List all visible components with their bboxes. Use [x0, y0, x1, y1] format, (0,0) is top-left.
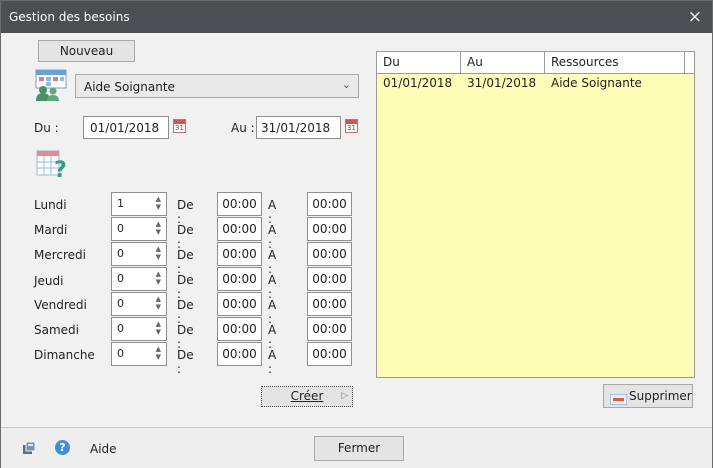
- from-time-field[interactable]: 00:00: [217, 192, 262, 216]
- calendar-icon[interactable]: 31: [173, 119, 186, 133]
- to-time-label: A :: [268, 198, 277, 226]
- from-time-field[interactable]: 00:00: [217, 317, 262, 341]
- chevron-down-icon: ⌄: [341, 78, 351, 91]
- table-header: Du Au Ressources: [377, 52, 694, 74]
- count-stepper[interactable]: 0 ▲ ▼: [111, 267, 167, 291]
- from-time-label: De :: [177, 298, 194, 326]
- day-label: Mardi: [34, 223, 68, 237]
- new-button[interactable]: Nouveau: [38, 40, 135, 62]
- create-button[interactable]: Créer ▷: [261, 386, 353, 407]
- day-label: Samedi: [34, 323, 79, 337]
- to-time-field[interactable]: 00:00: [307, 217, 352, 241]
- to-time-label: A :: [268, 273, 277, 301]
- count-value: 1: [117, 197, 124, 210]
- to-time-field[interactable]: 00:00: [307, 342, 352, 366]
- column-header[interactable]: Ressources: [545, 52, 685, 73]
- title-bar: Gestion des besoins ×: [1, 1, 712, 33]
- count-stepper[interactable]: 0 ▲ ▼: [111, 317, 167, 341]
- calendar-icon[interactable]: 31: [345, 119, 358, 133]
- to-date-value: 31/01/2018: [261, 121, 331, 135]
- from-date-field[interactable]: 01/01/2018: [83, 116, 169, 139]
- to-time-field[interactable]: 00:00: [307, 242, 352, 266]
- stepper-arrows-icon[interactable]: ▲ ▼: [156, 320, 161, 336]
- count-stepper[interactable]: 0 ▲ ▼: [111, 342, 167, 366]
- stepper-arrows-icon[interactable]: ▲ ▼: [156, 295, 161, 311]
- table-cell: Aide Soignante: [551, 76, 642, 90]
- from-time-field[interactable]: 00:00: [217, 342, 262, 366]
- stepper-arrows-icon[interactable]: ▲ ▼: [156, 270, 161, 286]
- stepper-arrows-icon[interactable]: ▲ ▼: [156, 245, 161, 261]
- to-time-label: A :: [268, 248, 277, 276]
- arrow-right-icon: ▷: [341, 391, 348, 401]
- from-time-label: De :: [177, 248, 194, 276]
- day-label: Lundi: [34, 198, 67, 212]
- count-stepper[interactable]: 1 ▲ ▼: [111, 192, 167, 216]
- column-header[interactable]: Du: [377, 52, 461, 73]
- from-time-field[interactable]: 00:00: [217, 217, 262, 241]
- from-time-label: De :: [177, 273, 194, 301]
- count-stepper[interactable]: 0 ▲ ▼: [111, 217, 167, 241]
- stepper-arrows-icon[interactable]: ▲ ▼: [156, 345, 161, 361]
- from-time-field[interactable]: 00:00: [217, 292, 262, 316]
- calendar-question-icon: ?: [35, 148, 71, 183]
- from-time-label: De :: [177, 348, 194, 376]
- to-time-field[interactable]: 00:00: [307, 292, 352, 316]
- count-stepper[interactable]: 0 ▲ ▼: [111, 242, 167, 266]
- footer-bar: ? Aide Fermer: [1, 427, 712, 468]
- count-value: 0: [117, 247, 124, 260]
- day-label: Dimanche: [34, 348, 95, 362]
- svg-text:?: ?: [54, 158, 67, 180]
- stepper-arrows-icon[interactable]: ▲ ▼: [156, 195, 161, 211]
- day-label: Jeudi: [34, 274, 64, 288]
- to-time-field[interactable]: 00:00: [307, 192, 352, 216]
- to-time-field[interactable]: 00:00: [307, 317, 352, 341]
- count-value: 0: [117, 322, 124, 335]
- delete-button-label: Supprimer: [629, 389, 692, 403]
- count-stepper[interactable]: 0 ▲ ▼: [111, 292, 167, 316]
- count-value: 0: [117, 222, 124, 235]
- count-value: 0: [117, 272, 124, 285]
- resource-select-value: Aide Soignante: [84, 80, 175, 94]
- from-date-value: 01/01/2018: [90, 121, 160, 135]
- table-cell: 31/01/2018: [467, 76, 537, 90]
- delete-icon: [609, 390, 628, 406]
- from-time-field[interactable]: 00:00: [217, 242, 262, 266]
- close-button[interactable]: Fermer: [314, 436, 404, 461]
- from-time-label: De :: [177, 223, 194, 251]
- create-button-label: Créer: [290, 389, 324, 403]
- dialog-window: Gestion des besoins × Nouveau Aide Soign…: [0, 0, 713, 468]
- count-value: 0: [117, 297, 124, 310]
- from-time-label: De :: [177, 323, 194, 351]
- column-header[interactable]: Au: [461, 52, 545, 73]
- count-value: 0: [117, 347, 124, 360]
- from-date-label: Du :: [34, 121, 59, 135]
- help-label[interactable]: Aide: [90, 442, 117, 456]
- table-cell: 01/01/2018: [383, 76, 453, 90]
- window-title: Gestion des besoins: [9, 10, 130, 24]
- windows-icon[interactable]: [23, 441, 37, 455]
- to-date-label: Au :: [231, 121, 255, 135]
- new-button-label: Nouveau: [59, 44, 114, 58]
- delete-button[interactable]: Supprimer: [603, 384, 693, 408]
- stepper-arrows-icon[interactable]: ▲ ▼: [156, 220, 161, 236]
- day-label: Mercredi: [34, 248, 87, 262]
- to-time-label: A :: [268, 323, 277, 351]
- day-label: Vendredi: [34, 298, 87, 312]
- to-time-label: A :: [268, 223, 277, 251]
- close-icon[interactable]: ×: [688, 7, 702, 27]
- to-date-field[interactable]: 31/01/2018: [256, 116, 341, 139]
- from-time-label: De :: [177, 198, 194, 226]
- close-button-label: Fermer: [337, 441, 381, 455]
- resource-select[interactable]: Aide Soignante ⌄: [75, 74, 359, 98]
- to-time-label: A :: [268, 348, 277, 376]
- to-time-label: A :: [268, 298, 277, 326]
- to-time-field[interactable]: 00:00: [307, 267, 352, 291]
- needs-table[interactable]: Du Au Ressources 01/01/2018 31/01/2018 A…: [376, 51, 695, 378]
- staff-calendar-icon: [34, 68, 69, 101]
- help-icon[interactable]: ?: [55, 440, 70, 455]
- from-time-field[interactable]: 00:00: [217, 267, 262, 291]
